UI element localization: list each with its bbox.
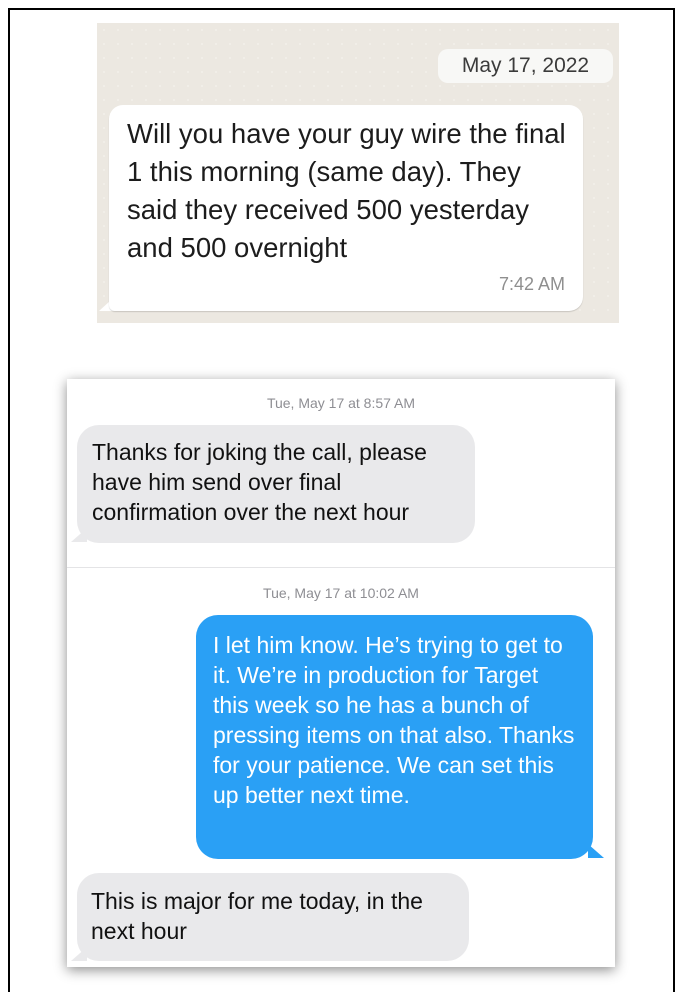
timestamp: Tue, May 17 at 10:02 AM xyxy=(263,585,419,601)
incoming-message-bubble[interactable]: Will you have your guy wire the final 1 … xyxy=(109,105,583,311)
incoming-message-bubble[interactable]: Thanks for joking the call, please have … xyxy=(77,425,475,543)
date-chip: May 17, 2022 xyxy=(438,49,613,83)
incoming-message-bubble[interactable]: This is major for me today, in the next … xyxy=(77,873,469,961)
whatsapp-chat-panel: May 17, 2022 Will you have your guy wire… xyxy=(97,23,619,323)
outgoing-message-bubble[interactable]: I let him know. He’s trying to get to it… xyxy=(196,615,593,859)
timestamp: Tue, May 17 at 8:57 AM xyxy=(266,395,416,411)
message-text: Will you have your guy wire the final 1 … xyxy=(127,118,566,263)
imessage-chat-panel: Tue, May 17 at 8:57 AM Thanks for joking… xyxy=(67,379,615,967)
divider xyxy=(67,567,615,568)
message-time: 7:42 AM xyxy=(498,274,565,294)
